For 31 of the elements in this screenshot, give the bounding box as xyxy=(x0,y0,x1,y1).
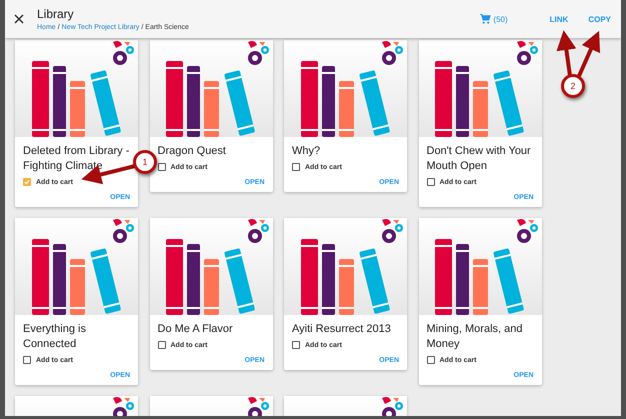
logo-icon xyxy=(110,396,136,416)
card-title: Mining, Morals, and Money xyxy=(426,322,524,352)
checkbox[interactable] xyxy=(23,178,31,186)
header-action-button[interactable]: LINK xyxy=(550,12,568,26)
checkbox[interactable] xyxy=(426,178,434,186)
cart-count: (50) xyxy=(493,14,508,24)
checkbox[interactable] xyxy=(158,341,166,349)
logo-icon xyxy=(379,396,405,416)
card-title: Why? xyxy=(292,144,322,159)
card-title: Do Me A Flavor xyxy=(158,322,234,337)
annotation-arrow xyxy=(556,30,576,76)
annotation-callout: 2 xyxy=(561,74,585,98)
annotation-arrow xyxy=(577,30,600,77)
checkbox[interactable] xyxy=(292,341,300,349)
checkbox[interactable] xyxy=(158,163,166,171)
logo-icon xyxy=(110,40,136,66)
card-title: Everything is Connected xyxy=(23,322,87,352)
cart-button[interactable]: (50) xyxy=(480,14,508,24)
logo-icon xyxy=(379,218,405,244)
card-title: Don't Chew with Your Mouth Open xyxy=(426,144,532,174)
header-action-button[interactable]: COPY xyxy=(588,12,611,26)
close-icon[interactable] xyxy=(13,13,25,25)
page-title: Library xyxy=(37,7,75,21)
card-title: Ayiti Resurrect 2013 xyxy=(292,322,392,337)
logo-icon xyxy=(110,218,136,244)
logo-icon xyxy=(379,40,405,66)
checkbox[interactable] xyxy=(292,163,300,171)
checkbox[interactable] xyxy=(23,356,31,364)
card-title: Dragon Quest xyxy=(158,144,227,159)
checkbox[interactable] xyxy=(426,356,434,364)
cart-icon xyxy=(480,14,492,24)
